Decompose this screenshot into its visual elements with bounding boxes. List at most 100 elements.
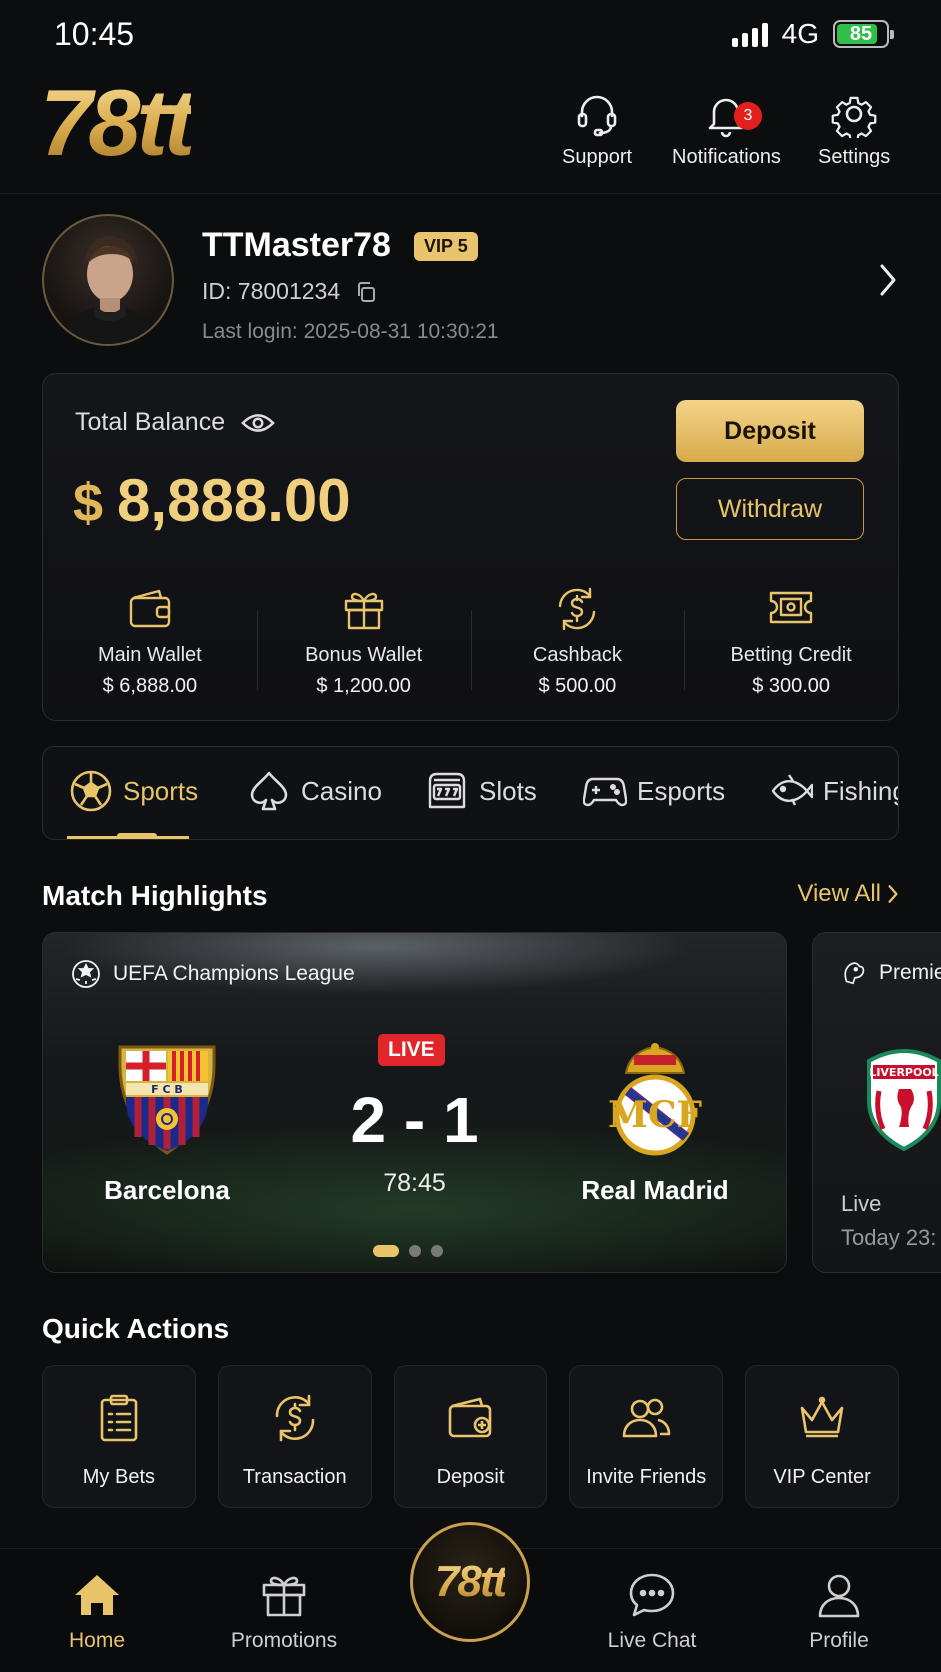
signal-icon (731, 21, 768, 47)
tab-esports[interactable]: Esports (583, 769, 725, 813)
nav-label: Home (68, 1629, 126, 1652)
nav-live-chat[interactable]: Live Chat (577, 1569, 727, 1653)
balance-card: Total Balance $ 8,888.00 Deposit Withdra… (42, 373, 899, 721)
wallet-icon (129, 589, 171, 628)
quick-action-label: Transaction (242, 1466, 347, 1488)
status-indicators: 4G 85 (731, 18, 894, 50)
wallet-breakdown: Main Wallet $ 6,888.00 Bonus Wallet $ 1,… (43, 584, 898, 704)
tab-fishing[interactable]: Fishing (769, 769, 898, 813)
avatar-image (62, 236, 158, 344)
support-label: Support (562, 146, 633, 168)
clipboard-icon (100, 1394, 138, 1442)
league-row: UEFA Champions League (71, 959, 355, 989)
transaction-button[interactable]: Transaction (217, 1365, 372, 1508)
nav-label: Profile (809, 1629, 869, 1652)
profile-summary[interactable]: TTMaster78 VIP 5 ID: 78001234 Last login… (42, 214, 902, 348)
avatar[interactable] (42, 214, 174, 346)
notification-count-badge: 3 (734, 102, 762, 130)
total-balance-label-row: Total Balance (75, 408, 275, 437)
tab-label: Esports (637, 775, 726, 806)
currency-symbol: $ (73, 473, 104, 533)
next-match-card[interactable]: Premie LIVERPOOL Live Today 23: (812, 932, 941, 1273)
nav-home[interactable]: Home (22, 1569, 172, 1653)
champions-league-icon (72, 960, 100, 988)
battery-icon: 85 (833, 20, 894, 48)
carousel-dot-active[interactable] (373, 1245, 399, 1257)
deposit-quick-button[interactable]: Deposit (393, 1365, 548, 1508)
carousel-dot[interactable] (409, 1245, 421, 1257)
copy-icon[interactable] (354, 280, 378, 304)
status-time: 10:45 (54, 16, 135, 52)
svg-text:MCF: MCF (608, 1094, 703, 1136)
slot-machine-icon (428, 772, 466, 809)
nav-promotions[interactable]: Promotions (209, 1569, 359, 1653)
bonus-wallet[interactable]: Bonus Wallet $ 1,200.00 (256, 584, 471, 704)
gamepad-icon (583, 777, 627, 807)
betting-credit-wallet[interactable]: Betting Credit $ 300.00 (684, 584, 898, 704)
wallet-name: Bonus Wallet (305, 644, 423, 666)
home-icon (75, 1575, 119, 1615)
view-all-label: View All (797, 880, 881, 907)
chevron-right-icon[interactable] (876, 260, 900, 300)
status-bar: 10:45 4G 85 (0, 0, 941, 70)
away-team: MCF Real Madrid (555, 1041, 755, 1206)
wallet-add-icon (449, 1397, 492, 1438)
settings-button[interactable]: Settings (818, 90, 890, 169)
tab-slots[interactable]: Slots (425, 769, 537, 813)
premier-league-icon (844, 962, 865, 985)
match-card[interactable]: UEFA Champions League F C B Barcelona LI… (42, 932, 787, 1273)
league-row: Premie (839, 959, 941, 987)
nav-label: Live Chat (607, 1629, 697, 1652)
chevron-right-icon (888, 885, 898, 903)
ticket-icon (769, 591, 813, 624)
spade-icon (250, 771, 288, 811)
last-login: Last login: 2025-08-31 10:30:21 (202, 320, 499, 343)
wallet-value: $ 1,200.00 (316, 675, 411, 697)
nav-center-logo-button[interactable]: 78tt (410, 1522, 530, 1642)
total-balance-amount: $ 8,888.00 (73, 466, 351, 535)
settings-label: Settings (818, 146, 891, 168)
app-logo[interactable]: 78tt (40, 76, 195, 170)
gift-icon (344, 592, 383, 630)
quick-actions: My Bets Transaction Deposit Invite Frien… (42, 1365, 899, 1508)
deposit-button[interactable]: Deposit (676, 400, 864, 462)
liverpool-crest-icon: LIVERPOOL (867, 1049, 941, 1151)
invite-friends-button[interactable]: Invite Friends (569, 1365, 724, 1508)
support-button[interactable]: Support (562, 90, 632, 169)
withdraw-button[interactable]: Withdraw (676, 478, 864, 540)
network-type: 4G (781, 18, 819, 49)
main-wallet[interactable]: Main Wallet $ 6,888.00 (43, 584, 257, 704)
match-highlights-title: Match Highlights (42, 880, 268, 911)
app-header: 78tt Support Notifications 3 Settings (0, 70, 941, 194)
vip-center-button[interactable]: VIP Center (745, 1365, 899, 1508)
wallet-name: Cashback (532, 644, 622, 666)
tab-label: Slots (479, 775, 537, 806)
wallet-name: Main Wallet (98, 644, 202, 666)
league-name: UEFA Champions League (113, 962, 355, 985)
carousel-dots (373, 1245, 443, 1257)
cashback-wallet[interactable]: Cashback $ 500.00 (470, 584, 685, 704)
carousel-dot[interactable] (431, 1245, 443, 1257)
match-start-time: Today 23: (841, 1225, 937, 1250)
cashback-icon (559, 587, 596, 631)
live-badge: LIVE (378, 1034, 445, 1066)
soccer-ball-icon (70, 770, 112, 812)
view-all-link[interactable]: View All (797, 880, 899, 908)
tab-casino[interactable]: Casino (247, 769, 382, 813)
vip-badge[interactable]: VIP 5 (414, 232, 478, 261)
quick-action-label: Deposit (436, 1466, 505, 1488)
my-bets-button[interactable]: My Bets (42, 1365, 196, 1508)
notifications-button[interactable]: Notifications 3 (672, 90, 781, 169)
tab-sports[interactable]: Sports (69, 769, 198, 813)
gear-icon (831, 96, 877, 138)
transaction-icon (275, 1394, 314, 1442)
center-logo: 78tt (434, 1557, 507, 1606)
eye-icon[interactable] (241, 411, 275, 435)
wallet-value: $ 500.00 (538, 675, 617, 697)
tab-label: Sports (123, 775, 199, 806)
user-id: ID: 78001234 (202, 278, 341, 304)
quick-action-label: My Bets (82, 1466, 156, 1488)
wallet-name: Betting Credit (730, 644, 852, 666)
total-balance-label: Total Balance (75, 408, 226, 436)
nav-profile[interactable]: Profile (764, 1569, 914, 1653)
